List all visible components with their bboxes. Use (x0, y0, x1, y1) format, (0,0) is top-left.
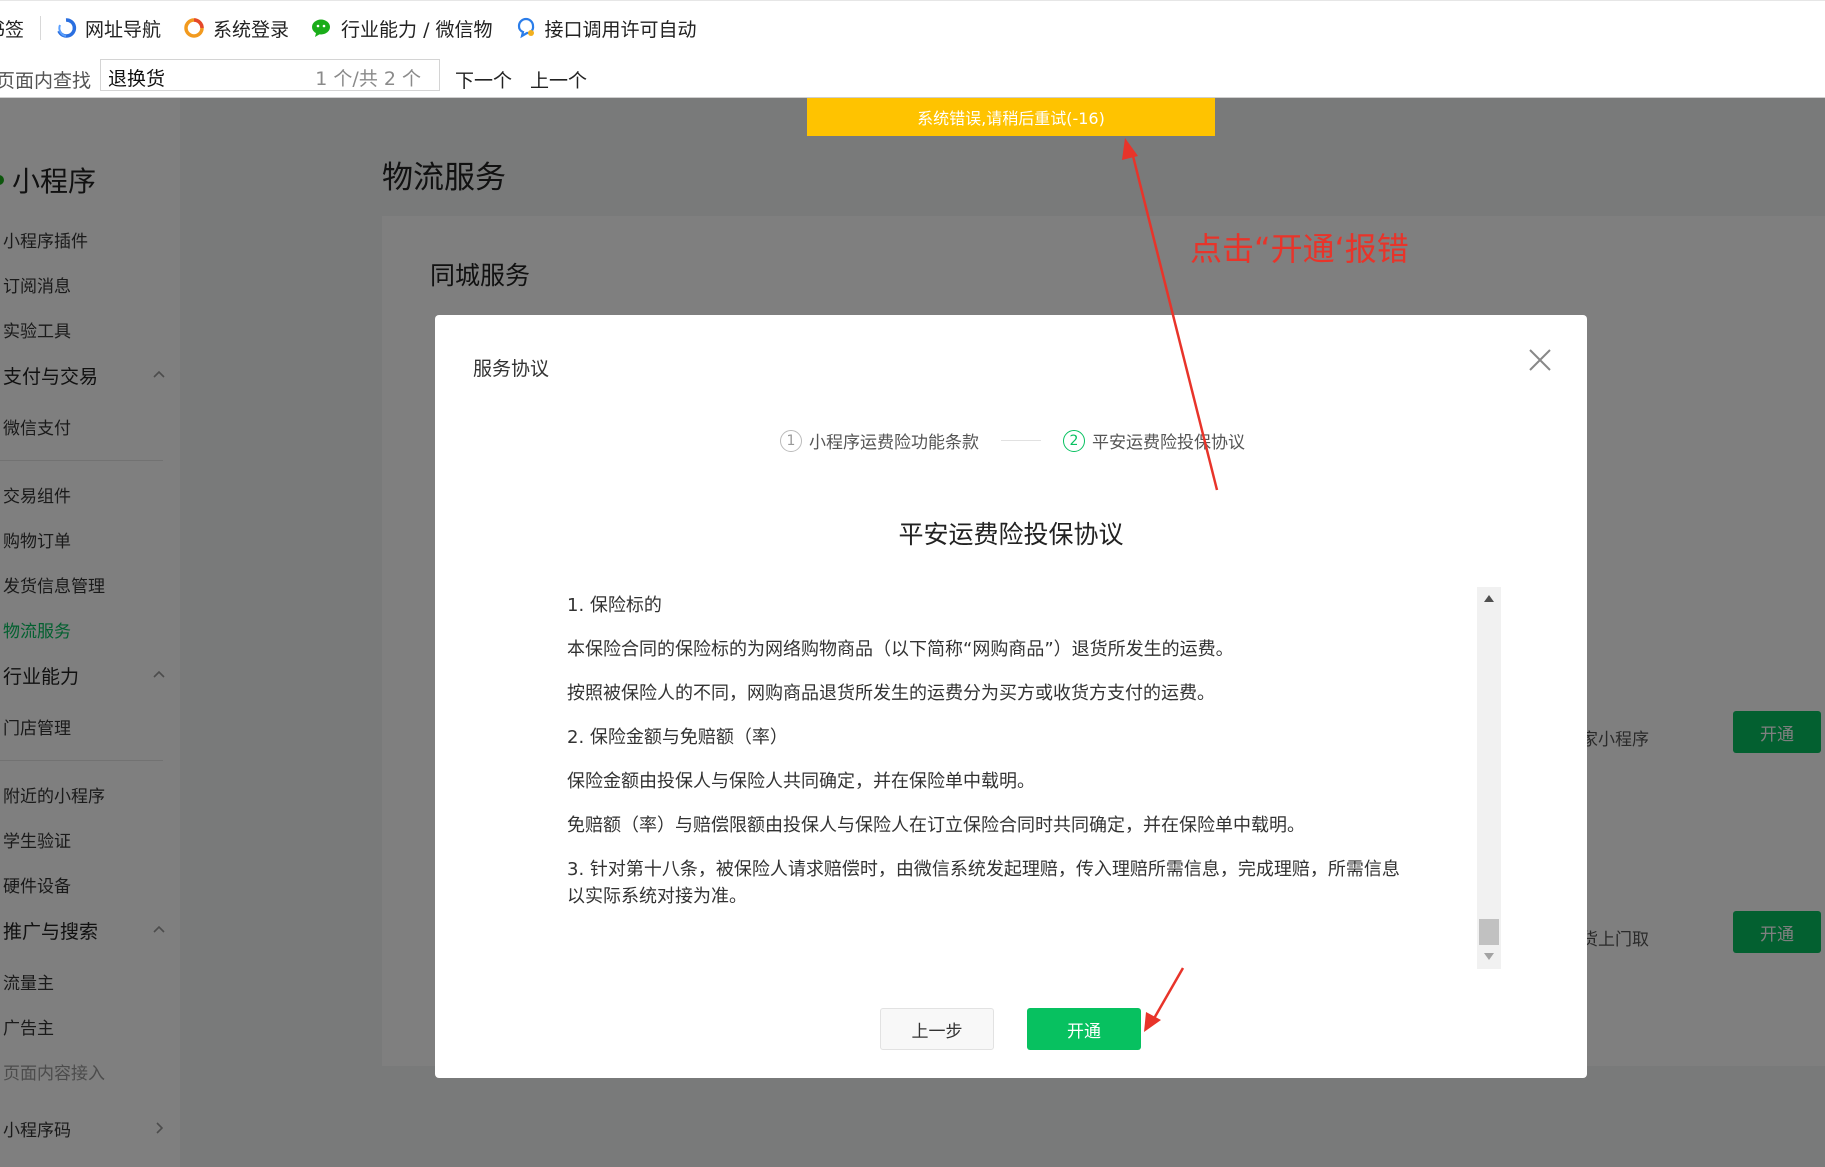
doc-paragraph: 3. 针对第十八条，被保险人请求赔偿时，由微信系统发起理赔，传入理赔所需信息，完… (567, 859, 1400, 907)
previous-step-button[interactable]: 上一步 (880, 1008, 994, 1050)
dialog-title: 服务协议 (473, 358, 550, 380)
error-toast: 系统错误,请稍后重试(-16) (807, 98, 1215, 136)
close-icon[interactable] (1525, 345, 1555, 375)
find-query: 退换货 (108, 68, 166, 90)
bookmark-item-api[interactable]: 接口调用许可自动 (515, 1, 697, 55)
scroll-up-arrow-icon[interactable] (1484, 595, 1494, 602)
bookmark-label: 行业能力 / 微信物 (341, 18, 493, 41)
login-logo-icon (184, 18, 204, 38)
step-indicator: 1 小程序运费险功能条款 2 平安运费险投保协议 (780, 428, 1245, 453)
divider (40, 16, 42, 40)
open-button[interactable]: 开通 (1027, 1008, 1141, 1050)
nav-logo-icon (57, 18, 77, 38)
step-label: 小程序运费险功能条款 (809, 433, 979, 453)
api-logo-icon (517, 17, 534, 39)
find-match-count: 1 个/共 2 个 (315, 68, 421, 90)
doc-paragraph: 按照被保险人的不同，网购商品退货所发生的运费分为买方或收货方支付的运费。 (567, 683, 1215, 704)
doc-paragraph: 1. 保险标的 (567, 595, 662, 616)
scroll-thumb[interactable] (1479, 919, 1499, 945)
bookmark-label: 接口调用许可自动 (544, 18, 697, 41)
step-number: 1 (780, 429, 802, 452)
find-next-button[interactable]: 下一个 (455, 66, 512, 93)
step-number-active: 2 (1063, 429, 1085, 452)
find-input[interactable]: 退换货 1 个/共 2 个 (100, 59, 440, 91)
step-label-active: 平安运费险投保协议 (1092, 433, 1245, 453)
wechat-icon (312, 19, 331, 37)
scroll-down-arrow-icon[interactable] (1484, 953, 1494, 960)
bookmark-folder[interactable]: 书签 (0, 1, 24, 55)
bookmark-label: 系统登录 (213, 18, 290, 41)
document-title: 平安运费险投保协议 (898, 520, 1124, 549)
doc-paragraph: 保险金额由投保人与保险人共同确定，并在保险单中载明。 (567, 771, 1035, 792)
service-agreement-dialog: 服务协议 1 小程序运费险功能条款 2 平安运费险投保协议 平安运费险投保协议 … (435, 315, 1587, 1078)
bookmarks-bar: 书签 网址导航 系统登录 行业能力 / 微信物 接口调用许可自动 (0, 0, 1825, 56)
bookmark-item-nav[interactable]: 网址导航 (55, 1, 161, 55)
doc-paragraph: 2. 保险金额与免赔额（率） (567, 727, 788, 748)
annotation-text: 点击“开通‘报错 (1190, 230, 1409, 268)
find-label: 页面内查找 (0, 70, 92, 92)
scrollbar[interactable] (1477, 587, 1501, 969)
find-prev-button[interactable]: 上一个 (530, 66, 587, 93)
bookmark-item-wechat[interactable]: 行业能力 / 微信物 (311, 1, 493, 55)
bookmark-item-login[interactable]: 系统登录 (183, 1, 289, 55)
step-connector (1001, 440, 1041, 441)
doc-paragraph: 免赔额（率）与赔偿限额由投保人与保险人在订立保险合同时共同确定，并在保险单中载明… (567, 815, 1305, 836)
document-scroll-area[interactable]: 1. 保险标的 本保险合同的保险标的为网络购物商品（以下简称“网购商品”）退货所… (567, 587, 1457, 967)
bookmark-label: 网址导航 (85, 18, 162, 41)
find-bar: 页面内查找 退换货 1 个/共 2 个 下一个 上一个 (0, 55, 1825, 98)
doc-paragraph: 本保险合同的保险标的为网络购物商品（以下简称“网购商品”）退货所发生的运费。 (567, 639, 1234, 660)
bookmark-label: 书签 (0, 18, 25, 41)
